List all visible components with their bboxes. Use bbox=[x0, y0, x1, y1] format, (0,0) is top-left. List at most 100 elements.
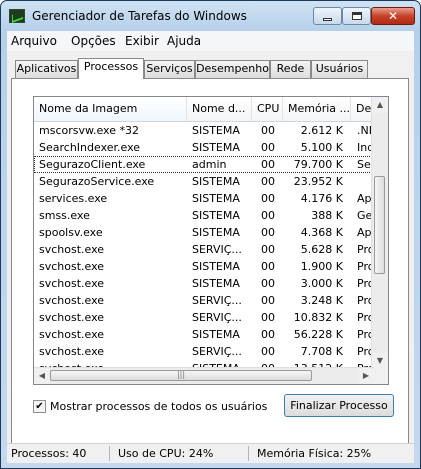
process-cpu: 00 bbox=[261, 209, 275, 222]
process-cpu: 00 bbox=[261, 158, 275, 171]
process-user-name: SISTEMA bbox=[192, 328, 240, 341]
tab-usuarios[interactable]: Usuários bbox=[311, 60, 368, 78]
process-row[interactable]: svchost.exe SERVIÇ... 00 3.248 K Pro bbox=[34, 292, 374, 309]
tab-desempenho[interactable]: Desempenho bbox=[195, 60, 270, 78]
process-row[interactable]: smss.exeSISTEMA00388 KGer bbox=[34, 207, 374, 224]
vertical-scroll-thumb[interactable] bbox=[374, 176, 385, 274]
process-list[interactable]: Nome da Imagem Nome d... CPU Memória ...… bbox=[33, 96, 389, 385]
close-button[interactable]: ✕ bbox=[371, 7, 415, 25]
process-cpu: 00 bbox=[261, 141, 275, 154]
tab-rede[interactable]: Rede bbox=[270, 60, 311, 78]
menu-arquivo[interactable]: Arquivo bbox=[11, 34, 57, 48]
process-memory: 5.628 K bbox=[300, 243, 343, 256]
horizontal-scroll-thumb[interactable]: ||| bbox=[50, 370, 312, 381]
end-process-button[interactable]: Finalizar Processo bbox=[284, 394, 394, 417]
process-cpu: 00 bbox=[261, 260, 275, 273]
status-bar: Processos: 40 Uso de CPU: 24% Memória Fí… bbox=[7, 443, 414, 463]
process-row[interactable]: svchost.exe SISTEMA 00 1.900 K Pro bbox=[34, 258, 374, 275]
column-header-user-name[interactable]: Nome d... bbox=[187, 97, 252, 121]
process-cpu: 00 bbox=[261, 294, 275, 307]
process-memory: 1.900 K bbox=[300, 260, 343, 273]
process-row[interactable]: SegurazoClient.exeadmin0079.700 KSeg bbox=[34, 156, 374, 173]
status-process-count: Processos: 40 bbox=[11, 447, 87, 460]
minimize-button[interactable] bbox=[313, 7, 342, 25]
process-image-name: svchost.exe bbox=[39, 311, 105, 324]
process-memory: 388 K bbox=[311, 209, 343, 222]
vertical-scrollbar[interactable]: ▲ ▼ bbox=[371, 97, 388, 369]
process-cpu: 00 bbox=[261, 311, 275, 324]
process-cpu: 00 bbox=[261, 328, 275, 341]
status-divider bbox=[248, 446, 249, 461]
process-row[interactable]: SearchIndexer.exe SISTEMA 00 5.100 K Ind bbox=[34, 139, 374, 156]
process-cpu: 00 bbox=[261, 277, 275, 290]
process-image-name: smss.exe bbox=[39, 209, 90, 222]
process-row[interactable]: SegurazoService.exe SISTEMA 00 23.952 K bbox=[34, 173, 374, 190]
process-user-name: admin bbox=[192, 158, 227, 171]
process-cpu: 00 bbox=[261, 243, 275, 256]
tab-servicos[interactable]: Serviços bbox=[144, 60, 195, 78]
menu-bar: Arquivo Opções Exibir Ajuda bbox=[7, 31, 414, 51]
title-bar[interactable]: Gerenciador de Tarefas do Windows ✕ bbox=[1, 1, 420, 31]
task-manager-window: Gerenciador de Tarefas do Windows ✕ Arqu… bbox=[0, 0, 421, 469]
process-memory: 10.832 K bbox=[293, 311, 343, 324]
scroll-up-arrow-icon[interactable]: ▲ bbox=[372, 97, 388, 113]
process-image-name: svchost.exe bbox=[39, 328, 105, 341]
process-user-name: SISTEMA bbox=[192, 175, 240, 188]
status-physical-memory: Memória Física: 25% bbox=[257, 447, 372, 460]
menu-opcoes[interactable]: Opções bbox=[71, 34, 116, 48]
process-cpu: 00 bbox=[261, 345, 275, 358]
status-cpu-usage: Uso de CPU: 24% bbox=[118, 447, 214, 460]
menu-ajuda[interactable]: Ajuda bbox=[167, 34, 201, 48]
process-user-name: SISTEMA bbox=[192, 260, 240, 273]
scroll-left-arrow-icon[interactable]: ◀ bbox=[34, 368, 50, 384]
process-user-name: SISTEMA bbox=[192, 141, 240, 154]
scrollbar-corner bbox=[372, 368, 388, 384]
process-memory: 56.228 K bbox=[293, 328, 343, 341]
process-image-name: svchost.exe bbox=[39, 345, 105, 358]
column-header-row: Nome da Imagem Nome d... CPU Memória ...… bbox=[34, 97, 381, 122]
process-user-name: SISTEMA bbox=[192, 226, 240, 239]
process-image-name: svchost.exe bbox=[39, 294, 105, 307]
scroll-down-arrow-icon[interactable]: ▼ bbox=[372, 353, 388, 369]
process-memory: 5.100 K bbox=[300, 141, 343, 154]
process-cpu: 00 bbox=[261, 192, 275, 205]
process-memory: 3.000 K bbox=[300, 277, 343, 290]
process-memory: 3.248 K bbox=[300, 294, 343, 307]
process-row[interactable]: svchost.exe SERVIÇ... 00 10.832 K Pro bbox=[34, 309, 374, 326]
process-row[interactable]: svchost.exe SERVIÇ... 00 5.628 K Pro bbox=[34, 241, 374, 258]
window-title: Gerenciador de Tarefas do Windows bbox=[32, 9, 247, 23]
process-memory: 4.176 K bbox=[300, 192, 343, 205]
process-user-name: SERVIÇ... bbox=[192, 311, 242, 324]
process-cpu: 00 bbox=[261, 124, 275, 137]
tab-processos[interactable]: Processos bbox=[78, 58, 144, 79]
process-image-name: SegurazoClient.exe bbox=[39, 158, 146, 171]
process-row[interactable]: mscorsvw.exe *32 SISTEMA 00 2.612 K .NE bbox=[34, 122, 374, 139]
process-image-name: SegurazoService.exe bbox=[39, 175, 155, 188]
horizontal-scrollbar[interactable]: ◀ ||| ▶ bbox=[34, 367, 374, 384]
column-header-image-name[interactable]: Nome da Imagem bbox=[34, 97, 187, 121]
show-all-users-checkbox[interactable]: ✔ bbox=[33, 400, 46, 413]
menu-exibir[interactable]: Exibir bbox=[125, 34, 159, 48]
process-image-name: services.exe bbox=[39, 192, 108, 205]
process-image-name: mscorsvw.exe *32 bbox=[39, 124, 139, 137]
show-all-users-label[interactable]: Mostrar processos de todos os usuários bbox=[50, 400, 267, 413]
maximize-button[interactable] bbox=[342, 7, 371, 25]
task-manager-app-icon bbox=[9, 9, 25, 23]
process-image-name: svchost.exe bbox=[39, 277, 105, 290]
process-image-name: svchost.exe bbox=[39, 260, 105, 273]
column-header-cpu[interactable]: CPU bbox=[252, 97, 283, 121]
process-row[interactable]: svchost.exe SISTEMA 00 56.228 K Pro bbox=[34, 326, 374, 343]
tab-aplicativos[interactable]: Aplicativos bbox=[15, 60, 78, 78]
process-row[interactable]: svchost.exe SERVIÇ... 00 7.708 K Pro bbox=[34, 343, 374, 360]
process-image-name: spoolsv.exe bbox=[39, 226, 103, 239]
process-rows: mscorsvw.exe *32 SISTEMA 00 2.612 K .NE Searc… bbox=[34, 122, 374, 377]
process-memory: 2.612 K bbox=[300, 124, 343, 137]
process-user-name: SISTEMA bbox=[192, 277, 240, 290]
process-user-name: SERVIÇ... bbox=[192, 243, 242, 256]
process-row[interactable]: services.exeSISTEMA004.176 KApli bbox=[34, 190, 374, 207]
process-row[interactable]: spoolsv.exeSISTEMA004.368 KApli bbox=[34, 224, 374, 241]
column-header-memory[interactable]: Memória ... bbox=[283, 97, 351, 121]
process-image-name: SearchIndexer.exe bbox=[39, 141, 141, 154]
process-row[interactable]: svchost.exe SISTEMA 00 3.000 K Pro bbox=[34, 275, 374, 292]
process-memory: 79.700 K bbox=[293, 158, 343, 171]
